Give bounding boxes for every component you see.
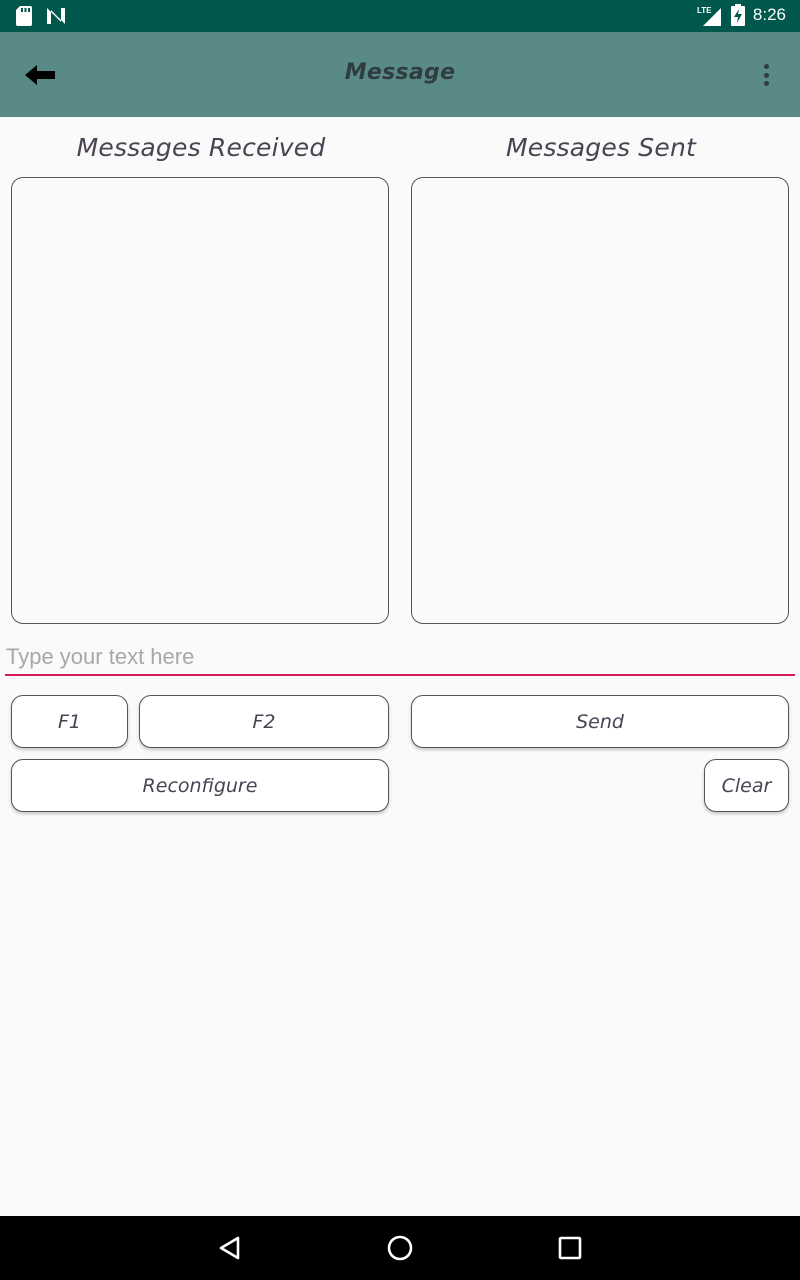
clear-button[interactable]: Clear <box>704 759 789 812</box>
f2-button[interactable]: F2 <box>139 695 389 748</box>
overflow-menu-icon <box>763 72 769 78</box>
status-bar-right: LTE 8:26 <box>697 4 786 26</box>
page-title: Message <box>344 60 456 85</box>
navigation-bar <box>0 1216 800 1280</box>
nav-home-icon <box>387 1235 413 1261</box>
overflow-menu-button[interactable] <box>758 60 774 90</box>
reconfigure-button[interactable]: Reconfigure <box>11 759 389 812</box>
message-input[interactable] <box>5 640 795 676</box>
received-title: Messages Received <box>76 133 326 162</box>
nav-back-button[interactable] <box>214 1232 246 1264</box>
status-bar: LTE 8:26 <box>0 0 800 32</box>
send-button[interactable]: Send <box>411 695 789 748</box>
nav-home-button[interactable] <box>384 1232 416 1264</box>
status-time: 8:26 <box>752 5 786 24</box>
overflow-menu-icon <box>763 64 769 69</box>
sent-title: Messages Sent <box>505 133 697 162</box>
sd-card-icon <box>16 6 32 26</box>
nav-recents-button[interactable] <box>554 1232 586 1264</box>
battery-charging-icon <box>730 4 745 26</box>
nav-recents-icon <box>558 1236 582 1260</box>
received-messages-box[interactable] <box>11 177 389 624</box>
lte-signal-icon: LTE <box>697 6 721 26</box>
nav-back-icon <box>219 1236 240 1260</box>
status-bar-left <box>16 6 66 26</box>
n-notification-icon <box>47 8 65 24</box>
sent-messages-box[interactable] <box>411 177 789 624</box>
network-label: LTE <box>697 6 712 15</box>
app-bar: Message <box>0 32 800 117</box>
overflow-menu-icon <box>763 81 769 86</box>
f1-button[interactable]: F1 <box>11 695 128 748</box>
